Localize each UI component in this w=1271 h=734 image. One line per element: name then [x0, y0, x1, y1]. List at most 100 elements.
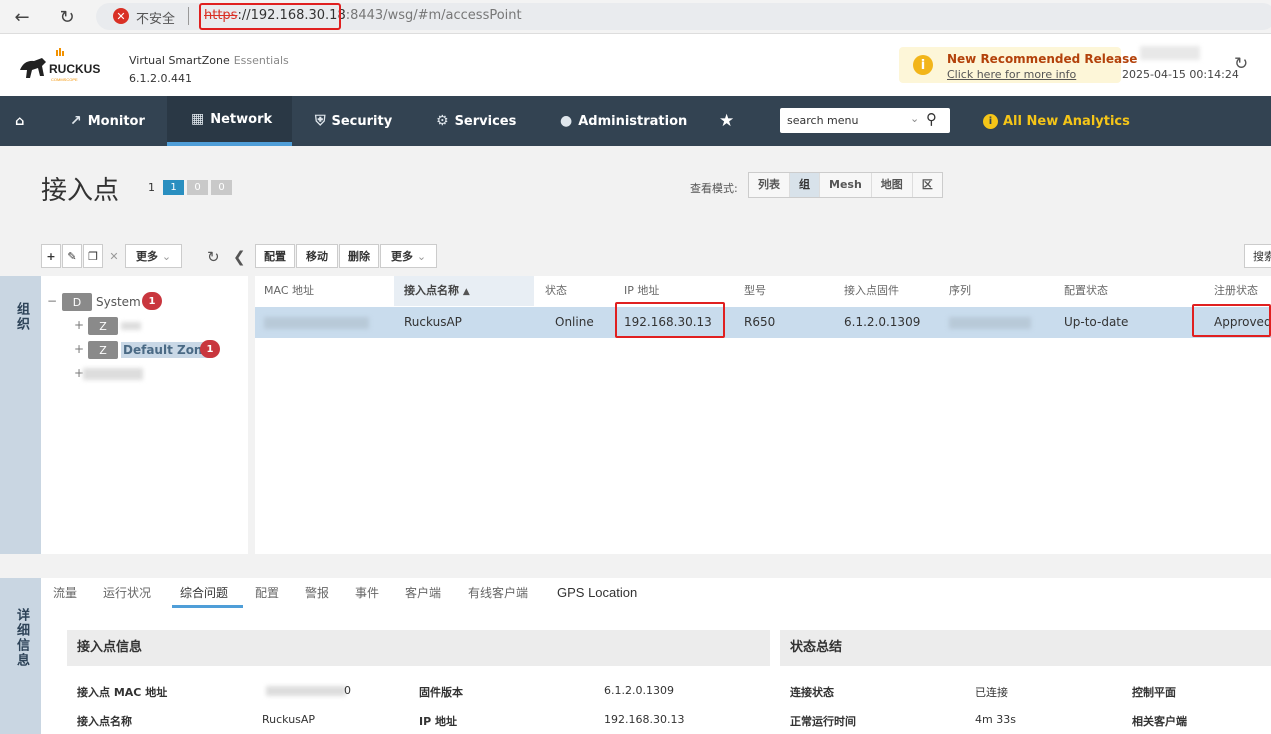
edit-pencil-icon[interactable]: ✎: [62, 244, 82, 268]
search-menu[interactable]: search menu ⌄ ⚲: [780, 108, 950, 133]
release-notice[interactable]: i New Recommended Release Click here for…: [899, 47, 1137, 83]
view-map[interactable]: 地图: [872, 173, 913, 197]
table-search-input[interactable]: 搜索: [1244, 244, 1271, 268]
tab-alarms[interactable]: 警报: [305, 578, 329, 608]
tree-count-badge: 1: [142, 292, 162, 310]
back-arrow-icon[interactable]: ←: [10, 5, 34, 29]
tab-health[interactable]: 运行状况: [103, 578, 151, 608]
column-header-mac[interactable]: MAC 地址: [264, 276, 314, 306]
shield-icon: ⛨: [315, 113, 326, 129]
column-header-ap-name[interactable]: 接入点名称 ▲: [394, 276, 534, 306]
ap-counts: 1 1 0 0: [148, 180, 232, 195]
view-mode-switch: 列表 组 Mesh 地图 区: [748, 172, 943, 198]
search-menu-placeholder: search menu: [787, 114, 859, 127]
close-icon[interactable]: ✕: [104, 244, 124, 268]
tab-clients[interactable]: 客户端: [405, 578, 441, 608]
expand-toggle[interactable]: +: [74, 342, 84, 356]
connection-status-value: 已连接: [975, 686, 1008, 699]
tab-general[interactable]: 综合问题: [172, 578, 243, 608]
nav-administration[interactable]: ● Administration: [560, 96, 687, 146]
nav-security[interactable]: ⛨ Security: [315, 96, 392, 146]
column-header-config-status[interactable]: 配置状态: [1064, 276, 1108, 306]
firmware-label: 固件版本: [419, 686, 463, 699]
cell-ap-name: RuckusAP: [404, 315, 462, 329]
home-icon[interactable]: ⌂: [15, 96, 24, 146]
firmware-value: 6.1.2.0.1309: [604, 684, 674, 697]
tab-wired-clients[interactable]: 有线客户端: [468, 578, 528, 608]
tab-configuration[interactable]: 配置: [255, 578, 279, 608]
insecure-label[interactable]: 不安全: [136, 8, 175, 27]
zone-badge: Z: [88, 317, 118, 335]
more-button[interactable]: 更多 ⌄: [380, 244, 437, 268]
mac-redacted: [264, 317, 369, 329]
mac-label: 接入点 MAC 地址: [77, 686, 168, 699]
configure-button[interactable]: 配置: [255, 244, 295, 268]
zone-name-redacted[interactable]: [121, 322, 141, 330]
status-summary-section-title: 状态总结: [780, 630, 1271, 666]
tree-item-system[interactable]: System: [96, 295, 141, 309]
collapse-toggle[interactable]: −: [47, 294, 57, 308]
view-list[interactable]: 列表: [749, 173, 790, 197]
move-button[interactable]: 移动: [296, 244, 338, 268]
tab-traffic[interactable]: 流量: [53, 578, 77, 608]
column-header-serial[interactable]: 序列: [949, 276, 971, 306]
table-row[interactable]: RuckusAP Online 192.168.30.13 R650 6.1.2…: [255, 307, 1271, 338]
delete-button[interactable]: 删除: [339, 244, 379, 268]
view-mode-label: 查看模式:: [690, 182, 738, 195]
refresh-icon[interactable]: ↻: [1234, 54, 1248, 74]
app-header: RUCKUS COMMSCOPE Virtual SmartZone Essent…: [0, 34, 1271, 96]
column-header-firmware[interactable]: 接入点固件: [844, 276, 899, 306]
product-name: Virtual SmartZone Essentials: [129, 54, 289, 67]
column-header-status[interactable]: 状态: [545, 276, 567, 306]
column-header-model[interactable]: 型号: [744, 276, 766, 306]
main-navbar: ⌂ ↗ Monitor ▦ Network ⛨ Security ⚙ Services …: [0, 96, 1271, 146]
user-icon: ●: [560, 113, 573, 129]
tab-events[interactable]: 事件: [355, 578, 379, 608]
serial-redacted: [949, 317, 1031, 329]
insecure-warning-icon[interactable]: ✕: [113, 8, 129, 24]
release-link[interactable]: Click here for more info: [947, 68, 1076, 81]
user-name-redacted[interactable]: [1140, 46, 1200, 60]
ap-info-section-title: 接入点信息: [67, 630, 770, 666]
chevron-down-icon: ⌄: [416, 249, 427, 263]
url-path: :8443/wsg/#m/accessPoint: [345, 8, 522, 23]
add-button[interactable]: +: [41, 244, 61, 268]
count-flagged: 0: [187, 180, 208, 195]
column-header-registration[interactable]: 注册状态: [1214, 276, 1258, 306]
view-mesh[interactable]: Mesh: [820, 173, 872, 197]
tree-item-default-zone[interactable]: Default Zone: [121, 342, 213, 358]
zone-name-redacted[interactable]: [83, 368, 143, 380]
uptime-label: 正常运行时间: [790, 715, 856, 728]
collapse-left-icon[interactable]: ❮: [233, 248, 246, 266]
details-side-label: 详细信息: [14, 608, 29, 668]
url-highlight-box: [199, 3, 341, 30]
refresh-icon[interactable]: ↻: [207, 248, 220, 266]
ap-name-label: 接入点名称: [77, 715, 132, 728]
mac-value-redacted: [266, 686, 346, 696]
details-side-tab[interactable]: 详细信息: [0, 578, 41, 734]
expand-toggle[interactable]: +: [74, 318, 84, 332]
view-group[interactable]: 组: [790, 173, 820, 197]
sort-ascending-icon: ▲: [462, 287, 470, 297]
nav-monitor[interactable]: ↗ Monitor: [70, 96, 145, 146]
uptime-value: 4m 33s: [975, 713, 1016, 726]
cell-firmware: 6.1.2.0.1309: [844, 315, 921, 329]
ap-table: MAC 地址 接入点名称 ▲ 状态 IP 地址 型号 接入点固件 序列 配置状态…: [255, 276, 1271, 554]
group-side-tab[interactable]: 组织: [0, 276, 41, 554]
tab-gps-location[interactable]: GPS Location: [557, 578, 637, 608]
chevron-down-icon[interactable]: ⌄: [910, 112, 919, 125]
zone-badge: Z: [88, 341, 118, 359]
sitemap-icon: ▦: [191, 111, 205, 127]
analytics-link[interactable]: i All New Analytics: [983, 96, 1130, 146]
chevron-down-icon: ⌄: [161, 249, 172, 263]
nav-services[interactable]: ⚙ Services: [436, 96, 516, 146]
nav-network[interactable]: ▦ Network: [167, 96, 292, 146]
favorites-star-icon[interactable]: ★: [719, 96, 734, 146]
product-edition: Essentials: [233, 54, 289, 67]
view-zone[interactable]: 区: [913, 173, 942, 197]
reload-icon[interactable]: ↻: [55, 5, 79, 29]
search-icon[interactable]: ⚲: [926, 110, 937, 128]
clone-icon[interactable]: ❐: [83, 244, 103, 268]
ip-value: 192.168.30.13: [604, 713, 685, 726]
tree-more-button[interactable]: 更多 ⌄: [125, 244, 182, 268]
